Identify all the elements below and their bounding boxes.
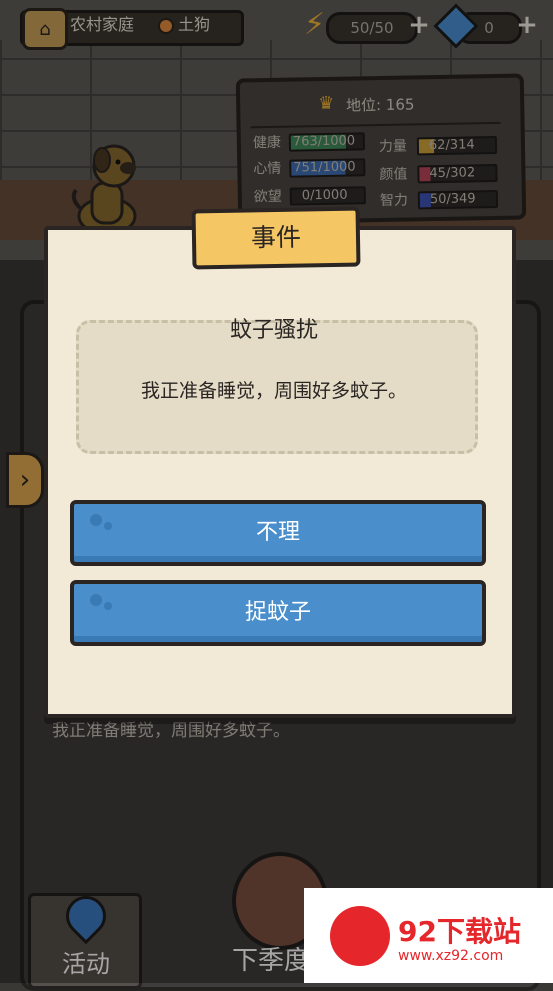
choice-catch-label: 捉蚊子: [245, 600, 311, 625]
bubble-decoration: [104, 522, 112, 530]
bubble-decoration: [90, 594, 102, 606]
bubble-decoration: [104, 602, 112, 610]
watermark-title: 92下载站: [398, 910, 521, 950]
choice-ignore-label: 不理: [256, 520, 300, 545]
event-description: 我正准备睡觉，周围好多蚊子。: [76, 376, 472, 403]
choice-catch-button[interactable]: 捉蚊子: [70, 580, 486, 646]
event-title: 蚊子骚扰: [76, 312, 472, 344]
watermark-logo-icon: [330, 906, 390, 966]
watermark-url: www.xz92.com: [398, 948, 503, 964]
event-tag: 事件: [191, 207, 360, 270]
bubble-decoration: [90, 514, 102, 526]
choice-ignore-button[interactable]: 不理: [70, 500, 486, 566]
